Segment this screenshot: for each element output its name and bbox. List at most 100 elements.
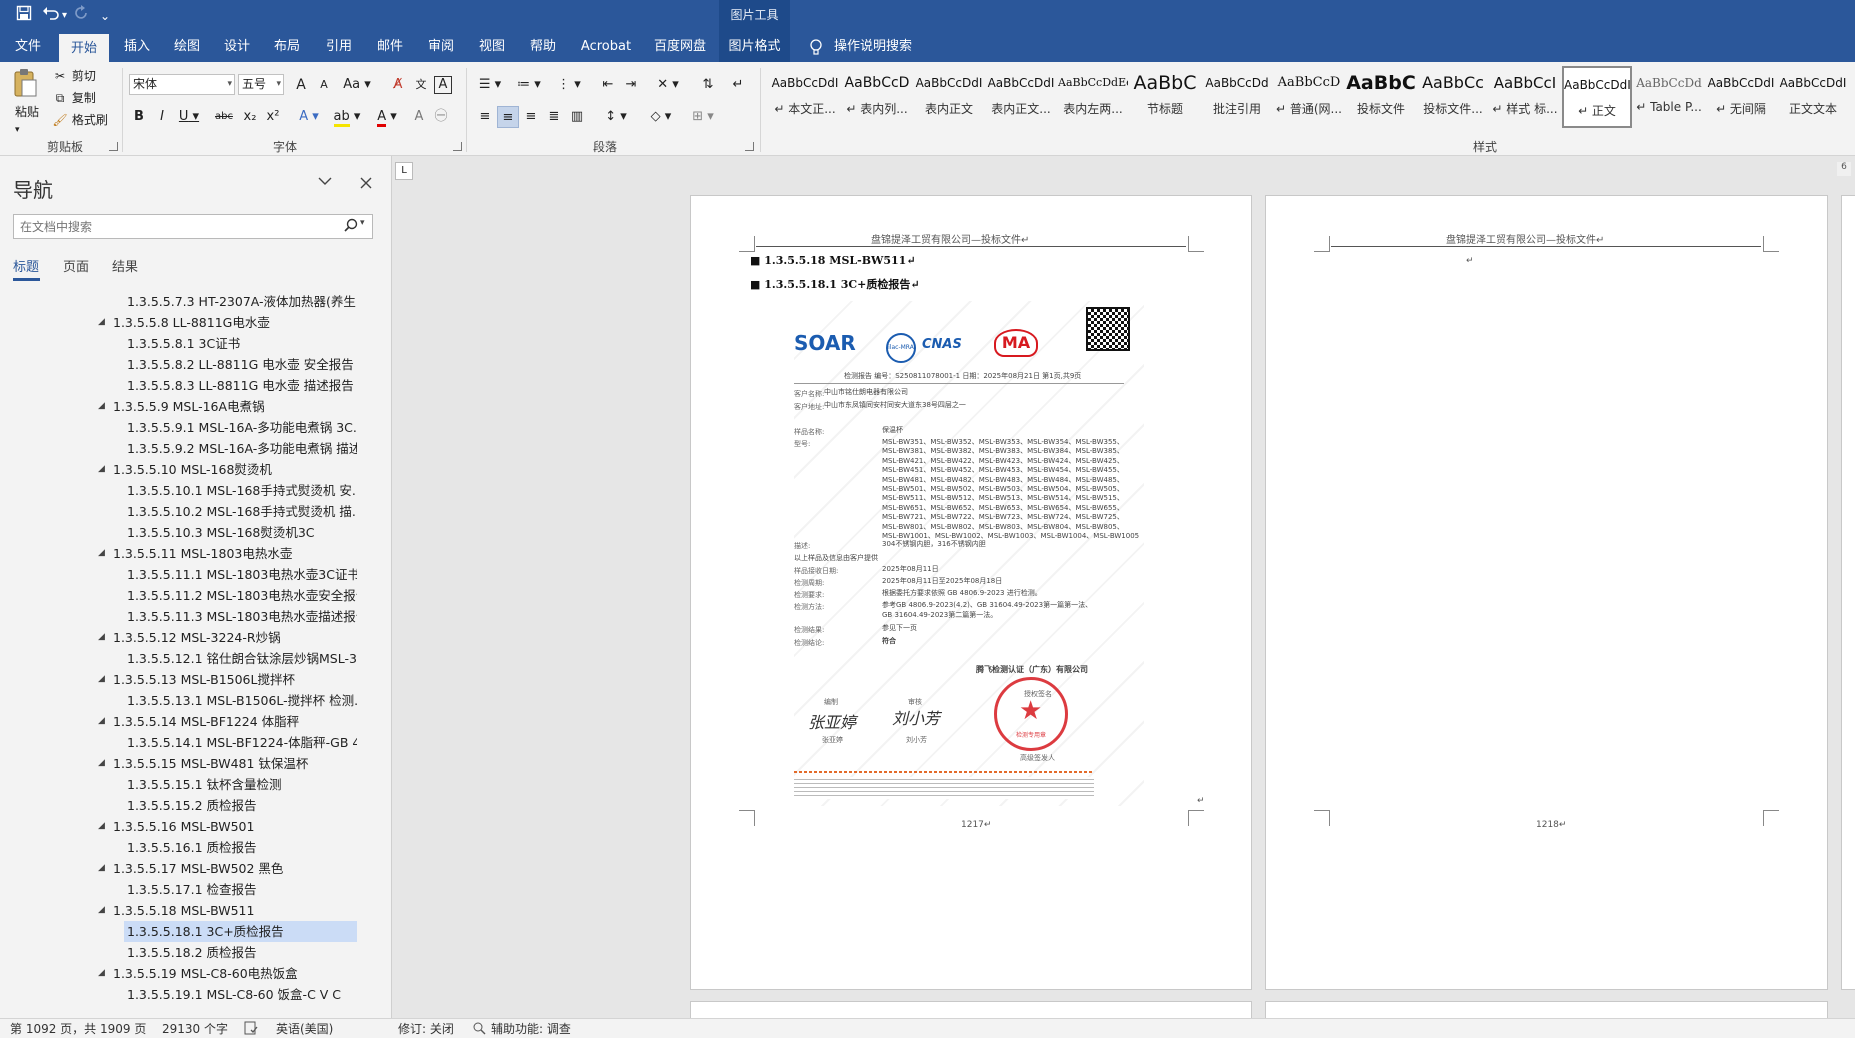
nav-heading-item[interactable]: 1.3.5.5.18.1 3C+质检报告 — [124, 921, 357, 942]
nav-heading-item[interactable]: 1.3.5.5.11.2 MSL-1803电热水壶安全报告 — [124, 585, 357, 606]
shrink-font-button[interactable]: A — [313, 74, 335, 96]
nav-heading-item[interactable]: 1.3.5.5.10.1 MSL-168手持式熨烫机 安... — [124, 480, 357, 501]
numbering-icon[interactable]: ≔ ▾ — [513, 74, 545, 96]
collapse-icon[interactable]: ◢ — [98, 312, 108, 333]
decrease-indent-icon[interactable]: ⇤ — [597, 74, 619, 96]
char-shading-icon[interactable]: A — [408, 106, 430, 128]
nav-heading-item[interactable]: 1.3.5.5.13 MSL-B1506L搅拌杯 — [110, 669, 357, 690]
nav-heading-item[interactable]: 1.3.5.5.7.3 HT-2307A-液体加热器(养生... — [124, 291, 357, 312]
close-icon[interactable] — [360, 174, 372, 193]
search-icon[interactable] — [344, 218, 358, 236]
strikethrough-button[interactable]: abc — [211, 106, 237, 128]
nav-heading-item[interactable]: 1.3.5.5.15.2 质检报告 — [124, 795, 357, 816]
style-item[interactable]: AaBbCcDdEe 表内左两... — [1058, 66, 1128, 128]
tab-home[interactable]: 开始 — [59, 34, 109, 62]
highlight-icon[interactable]: ab ▾ — [332, 106, 362, 128]
nav-heading-item[interactable]: 1.3.5.5.16.1 质检报告 — [124, 837, 357, 858]
collapse-icon[interactable]: ◢ — [98, 543, 108, 564]
paragraph-launcher-icon[interactable] — [745, 142, 754, 151]
format-painter-button[interactable]: 🖌 格式刷 — [52, 110, 107, 130]
tab-design[interactable]: 设计 — [212, 34, 262, 62]
superscript-button[interactable]: x² — [262, 106, 284, 128]
sort-icon[interactable]: ⇅ — [697, 74, 719, 96]
style-item[interactable]: AaBbCcD ↵ 表内列... — [842, 66, 912, 128]
copy-button[interactable]: ⧉ 复制 — [52, 88, 96, 108]
text-effects-icon[interactable]: A ▾ — [294, 106, 324, 128]
font-launcher-icon[interactable] — [453, 142, 462, 151]
save-icon[interactable] — [16, 5, 32, 27]
nav-heading-item[interactable]: 1.3.5.5.14 MSL-BF1224 体脂秤 — [110, 711, 357, 732]
nav-heading-item[interactable]: 1.3.5.5.15.1 钛杯含量检测 — [124, 774, 357, 795]
nav-heading-item[interactable]: 1.3.5.5.17 MSL-BW502 黑色 — [110, 858, 357, 879]
nav-heading-item[interactable]: 1.3.5.5.10.3 MSL-168熨烫机3C — [124, 522, 357, 543]
collapse-icon[interactable]: ◢ — [98, 858, 108, 879]
nav-heading-item[interactable]: 1.3.5.5.12 MSL-3224-R炒锅 — [110, 627, 357, 648]
paste-button[interactable]: 粘贴 — [15, 102, 39, 122]
style-item[interactable]: AaBbCcDdI 正文文本 — [1778, 66, 1848, 128]
style-item[interactable]: AaBbCcDdI 表内正文... — [986, 66, 1056, 128]
italic-button[interactable]: I — [151, 106, 173, 128]
clear-format-icon[interactable]: A̸ — [387, 74, 409, 96]
status-page[interactable]: 第 1092 页，共 1909 页 — [10, 1021, 146, 1037]
tab-baidu-netdisk[interactable]: 百度网盘 — [645, 34, 715, 62]
nav-heading-item[interactable]: 1.3.5.5.9.2 MSL-16A-多功能电煮锅 描述... — [124, 438, 357, 459]
shading-icon[interactable]: ◇ ▾ — [645, 106, 677, 128]
tell-me-search[interactable]: 操作说明搜索 — [834, 34, 914, 62]
clipboard-launcher-icon[interactable] — [109, 142, 118, 151]
align-right-icon[interactable]: ≡ — [520, 106, 542, 128]
status-word-count[interactable]: 29130 个字 — [162, 1021, 228, 1037]
bold-button[interactable]: B — [128, 106, 150, 128]
collapse-icon[interactable]: ◢ — [98, 669, 108, 690]
heading-1-3-5-5-18-1[interactable]: ■ 1.3.5.5.18.1 3C+质检报告↵ — [750, 276, 920, 292]
nav-tab-results[interactable]: 结果 — [112, 256, 138, 275]
collapse-icon[interactable]: ◢ — [98, 963, 108, 984]
phonetic-guide-button[interactable]: 文 — [410, 74, 432, 96]
grow-font-button[interactable]: A — [290, 74, 312, 96]
nav-heading-item[interactable]: 1.3.5.5.10 MSL-168熨烫机 — [110, 459, 357, 480]
tab-file[interactable]: 文件 — [0, 34, 56, 62]
customize-qat-icon[interactable]: ⌄ — [100, 5, 110, 27]
collapse-icon[interactable]: ◢ — [98, 711, 108, 732]
tab-layout[interactable]: 布局 — [262, 34, 312, 62]
font-color-icon[interactable]: A ▾ — [372, 106, 402, 128]
tab-mailings[interactable]: 邮件 — [364, 34, 416, 62]
nav-heading-item[interactable]: 1.3.5.5.18.2 质检报告 — [124, 942, 357, 963]
collapse-icon[interactable]: ◢ — [98, 816, 108, 837]
change-case-button[interactable]: Aa ▾ — [340, 74, 374, 96]
chevron-down-icon[interactable] — [318, 174, 332, 192]
char-border-button[interactable]: A — [434, 76, 452, 94]
style-item[interactable]: AaBbCcDdI ↵ 无间隔 — [1706, 66, 1776, 128]
tab-view[interactable]: 视图 — [466, 34, 518, 62]
nav-heading-item[interactable]: 1.3.5.5.8 LL-8811G电水壶 — [110, 312, 357, 333]
collapse-icon[interactable]: ◢ — [98, 627, 108, 648]
redo-icon[interactable] — [74, 5, 90, 27]
nav-heading-item[interactable]: 1.3.5.5.17.1 检查报告 — [124, 879, 357, 900]
distributed-icon[interactable]: ▥ — [566, 106, 588, 128]
chinese-layout-icon[interactable]: ✕ ▾ — [652, 74, 684, 96]
enclose-char-icon[interactable]: ㊀ — [430, 106, 452, 128]
nav-heading-item[interactable]: 1.3.5.5.13.1 MSL-B1506L-搅拌杯 检测... — [124, 690, 357, 711]
style-item[interactable]: AaBbC 节标题 — [1130, 66, 1200, 128]
style-item[interactable]: AaBbC 投标文件 — [1346, 66, 1416, 128]
style-item-selected[interactable]: AaBbCcDdI ↵ 正文 — [1562, 66, 1632, 128]
nav-heading-item[interactable]: 1.3.5.5.11.1 MSL-1803电热水壶3C证书 — [124, 564, 357, 585]
nav-heading-item[interactable]: 1.3.5.5.19.1 MSL-C8-60 饭盒-C V C — [124, 984, 357, 1005]
style-item[interactable]: AaBbCcDdI ↵ 本文正... — [770, 66, 840, 128]
cut-button[interactable]: ✂ 剪切 — [52, 66, 96, 86]
nav-heading-item[interactable]: 1.3.5.5.11.3 MSL-1803电热水壶描述报告 — [124, 606, 357, 627]
proofing-icon[interactable] — [244, 1021, 258, 1038]
style-item[interactable]: AaBbCcDd ↵ Table P... — [1634, 66, 1704, 128]
underline-button[interactable]: U ▾ — [174, 106, 204, 128]
nav-tab-pages[interactable]: 页面 — [63, 256, 89, 275]
collapse-icon[interactable]: ◢ — [98, 753, 108, 774]
align-center-icon[interactable]: ≡ — [497, 106, 519, 128]
style-item[interactable]: AaBbCcDd 批注引用 — [1202, 66, 1272, 128]
tab-stop-selector[interactable]: L — [395, 162, 413, 180]
heading-1-3-5-5-18[interactable]: ■ 1.3.5.5.18 MSL-BW511↵ — [750, 254, 916, 267]
tab-help[interactable]: 帮助 — [517, 34, 569, 62]
tab-insert[interactable]: 插入 — [112, 34, 162, 62]
status-track-changes[interactable]: 修订: 关闭 — [398, 1021, 454, 1037]
nav-heading-item[interactable]: 1.3.5.5.11 MSL-1803电热水壶 — [110, 543, 357, 564]
nav-heading-item[interactable]: 1.3.5.5.12.1 铭仕朗合钛涂层炒锅MSL-3... — [124, 648, 357, 669]
nav-search-input[interactable] — [13, 214, 373, 239]
